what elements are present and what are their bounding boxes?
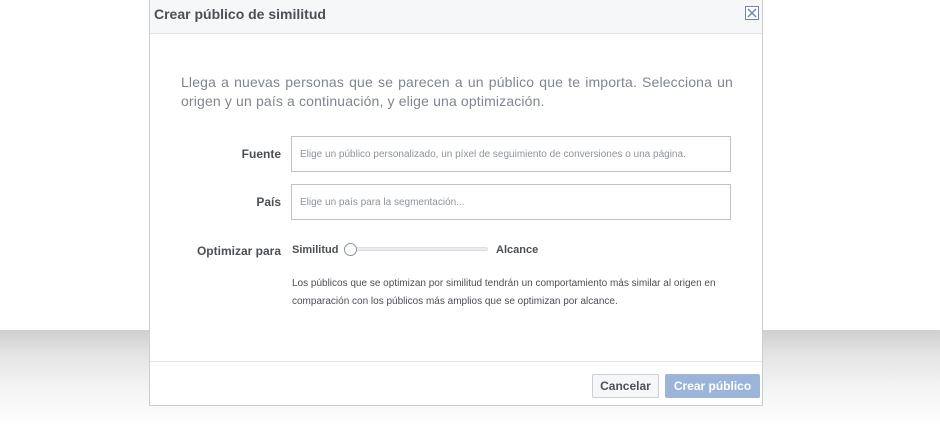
source-input[interactable]	[291, 136, 731, 172]
optimization-slider-track[interactable]	[351, 247, 488, 251]
create-audience-button[interactable]: Crear público	[665, 374, 760, 398]
dialog-title: Crear público de similitud	[154, 6, 326, 22]
optimize-label: Optimizar para	[196, 244, 281, 258]
close-button[interactable]	[745, 6, 759, 20]
footer-divider	[150, 361, 762, 362]
slider-max-label: Alcance	[496, 244, 539, 256]
country-label: País	[256, 195, 281, 209]
optimization-help-text: Los públicos que se optimizan por simili…	[292, 278, 716, 307]
country-input[interactable]	[291, 184, 731, 220]
close-icon	[747, 8, 757, 18]
optimization-slider-handle[interactable]	[344, 243, 357, 256]
dialog-header: Crear público de similitud	[150, 0, 762, 34]
source-label: Fuente	[241, 147, 281, 161]
slider-min-label: Similitud	[292, 244, 339, 256]
intro-text: Llega a nuevas personas que se parecen a…	[181, 74, 733, 109]
cancel-button[interactable]: Cancelar	[592, 374, 659, 398]
lookalike-audience-dialog: Crear público de similitud Llega a nueva…	[149, 0, 763, 406]
